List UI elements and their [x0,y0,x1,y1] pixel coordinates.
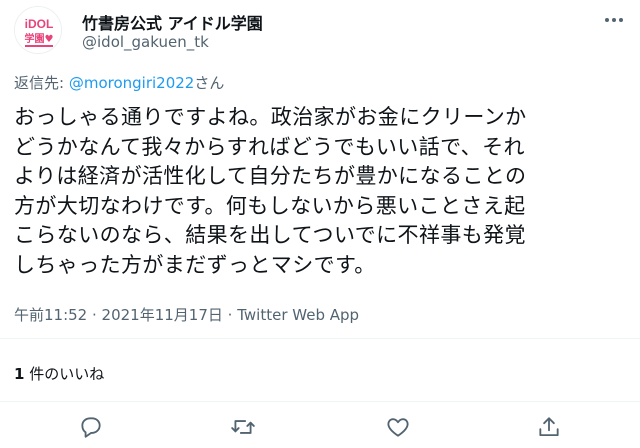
retweet-icon[interactable] [230,414,256,440]
tweet-meta: 午前11:52 · 2021年11月17日 · Twitter Web App [14,304,359,325]
more-options-icon[interactable] [602,10,626,30]
likes-count: 1 [14,365,25,383]
likes-label: 件のいいね [24,365,105,383]
avatar-logo-bottom: 学園♥ [25,32,54,45]
likes-count-link[interactable]: 1 件のいいね [14,363,104,384]
reply-mention-link[interactable]: @morongiri2022 [69,74,195,92]
avatar-logo-icon: iDOL 学園♥ [15,7,61,53]
tweet-text: おっしゃる通りですよね。政治家がお金にクリーンか どうかなんて我々からすればどう… [14,103,626,280]
tweet-header: iDOL 学園♥ 竹書房公式 アイドル学園 @idol_gakuen_tk [14,6,626,54]
reply-suffix: さん [194,74,225,92]
reply-to-line: 返信先: @morongiri2022さん [14,72,224,93]
tweet-time[interactable]: 午前11:52 [14,306,87,324]
display-name[interactable]: 竹書房公式 アイドル学園 [82,10,263,34]
meta-separator: · [222,306,238,324]
tweet-line: こらないのなら、結果を出してついでに不祥事も発覚 [14,223,526,247]
meta-separator: · [87,306,102,324]
tweet-line: 方が大切なわけです。何もしないから悪いことさえ起 [14,193,526,218]
tweet-line: おっしゃる通りですよね。政治家がお金にクリーンか [14,105,527,129]
avatar-logo-top: iDOL [25,17,54,31]
tweet-line: よりは経済が活性化して自分たちが豊かになることの [14,164,527,188]
tweet-line: どうかなんて我々からすればどうでもいい話で、それ [14,134,525,159]
reply-prefix: 返信先: [14,74,65,92]
reply-icon[interactable] [78,414,104,440]
like-icon[interactable] [385,414,411,440]
user-handle[interactable]: @idol_gakuen_tk [82,33,209,51]
divider [0,401,640,402]
share-icon[interactable] [536,414,562,440]
tweet-date[interactable]: 2021年11月17日 [102,306,223,324]
tweet-source-app[interactable]: Twitter Web App [237,306,359,324]
tweet-line: しちゃった方がまだずっとマシです。 [14,252,376,277]
avatar[interactable]: iDOL 学園♥ [14,6,62,54]
divider [0,338,640,339]
action-bar [0,410,640,444]
